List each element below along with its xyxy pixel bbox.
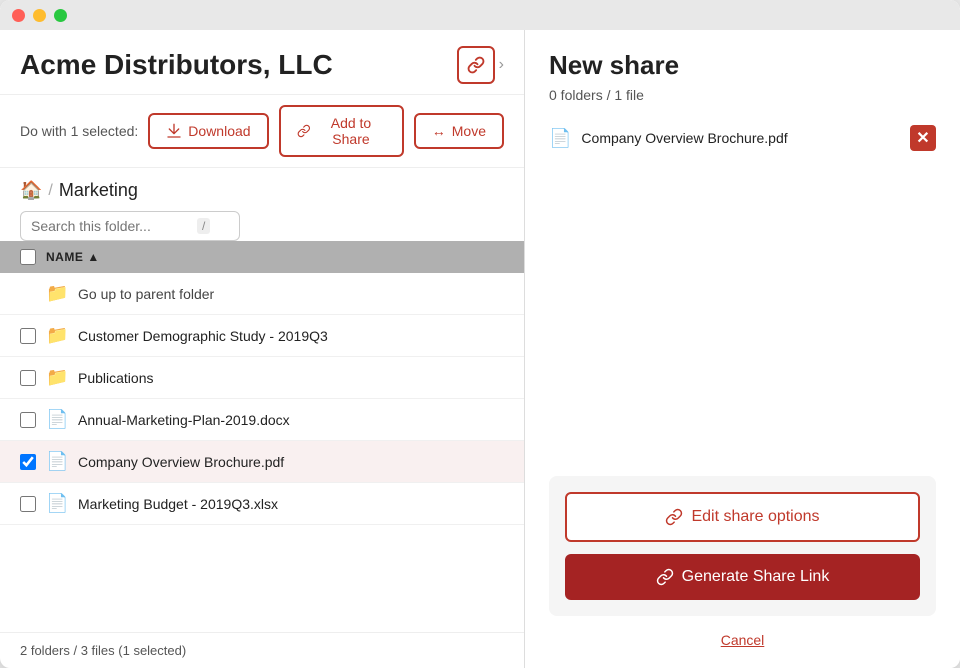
close-button[interactable] [12,9,25,22]
minimize-button[interactable] [33,9,46,22]
share-title: New share [549,50,936,81]
chevron-icon: › [499,56,504,74]
nav-area: 🏠 / Marketing [0,168,524,201]
share-file-doc-icon: 📄 [549,128,571,149]
titlebar [0,0,960,30]
status-bar: 2 folders / 3 files (1 selected) [0,632,524,668]
table-row[interactable]: 📁 Publications [0,357,524,399]
home-icon[interactable]: 🏠 [20,180,42,201]
row-checkbox[interactable] [20,370,36,386]
main-window: Acme Distributors, LLC › Do with 1 selec… [0,0,960,668]
file-name: Publications [78,370,154,386]
share-panel: New share 0 folders / 1 file 📄 Company O… [525,30,960,668]
file-name: Marketing Budget - 2019Q3.xlsx [78,496,278,512]
status-text: 2 folders / 3 files (1 selected) [20,643,186,658]
share-file-item: 📄 Company Overview Brochure.pdf ✕ [549,119,936,157]
table-row[interactable]: 📁 Customer Demographic Study - 2019Q3 [0,315,524,357]
app-title: Acme Distributors, LLC [20,49,333,81]
row-checkbox[interactable] [20,454,36,470]
col-name-header: NAME ▲ [46,250,100,264]
left-panel: Acme Distributors, LLC › Do with 1 selec… [0,30,525,668]
table-row[interactable]: 📄 Annual-Marketing-Plan-2019.docx [0,399,524,441]
row-checkbox[interactable] [20,412,36,428]
share-file-name: Company Overview Brochure.pdf [581,130,900,146]
go-up-icon: 📁 [46,283,68,304]
search-row: / [0,201,524,241]
table-row[interactable]: 📁 Go up to parent folder [0,273,524,315]
table-row[interactable]: 📄 Company Overview Brochure.pdf [0,441,524,483]
remove-file-button[interactable]: ✕ [910,125,936,151]
select-all-checkbox[interactable] [20,249,36,265]
generate-share-button[interactable]: Generate Share Link [565,554,920,600]
folder-icon: 📁 [46,325,68,346]
doc-icon: 📄 [46,451,68,472]
search-slash-icon: / [197,218,210,234]
breadcrumb: 🏠 / Marketing [20,180,138,201]
header-icons: › [457,46,504,84]
toolbar-label: Do with 1 selected: [20,123,138,139]
share-icon-button[interactable] [457,46,495,84]
doc-icon: 📄 [46,409,68,430]
share-count: 0 folders / 1 file [549,87,936,103]
table-row[interactable]: 📄 Marketing Budget - 2019Q3.xlsx [0,483,524,525]
file-name: Company Overview Brochure.pdf [78,454,284,470]
move-icon: ↔ [432,123,446,139]
folder-icon: 📁 [46,367,68,388]
file-name: Go up to parent folder [78,286,214,302]
maximize-button[interactable] [54,9,67,22]
download-button[interactable]: Download [148,113,268,149]
search-wrap: / [20,211,240,241]
move-button[interactable]: ↔ Move [414,113,504,149]
table-header: NAME ▲ [0,241,524,273]
file-name: Annual-Marketing-Plan-2019.docx [78,412,290,428]
add-to-share-button[interactable]: Add to Share [279,105,404,157]
breadcrumb-folder: Marketing [59,180,138,201]
toolbar: Do with 1 selected: Download Add to Shar… [0,95,524,168]
row-checkbox[interactable] [20,496,36,512]
search-input[interactable] [31,218,191,234]
action-card: Edit share options Generate Share Link [549,476,936,616]
content-area: Acme Distributors, LLC › Do with 1 selec… [0,30,960,668]
file-table: 📁 Go up to parent folder 📁 Customer Demo… [0,273,524,632]
doc-icon: 📄 [46,493,68,514]
edit-share-label: Edit share options [691,508,819,526]
edit-share-button[interactable]: Edit share options [565,492,920,542]
download-label: Download [188,123,250,139]
add-to-share-label: Add to Share [316,115,386,147]
breadcrumb-sep: / [48,182,52,200]
move-label: Move [452,123,486,139]
sort-arrow-icon: ▲ [87,250,99,264]
generate-share-label: Generate Share Link [682,568,830,586]
file-name: Customer Demographic Study - 2019Q3 [78,328,328,344]
cancel-link[interactable]: Cancel [549,632,936,648]
row-checkbox[interactable] [20,328,36,344]
app-header: Acme Distributors, LLC › [0,30,524,95]
